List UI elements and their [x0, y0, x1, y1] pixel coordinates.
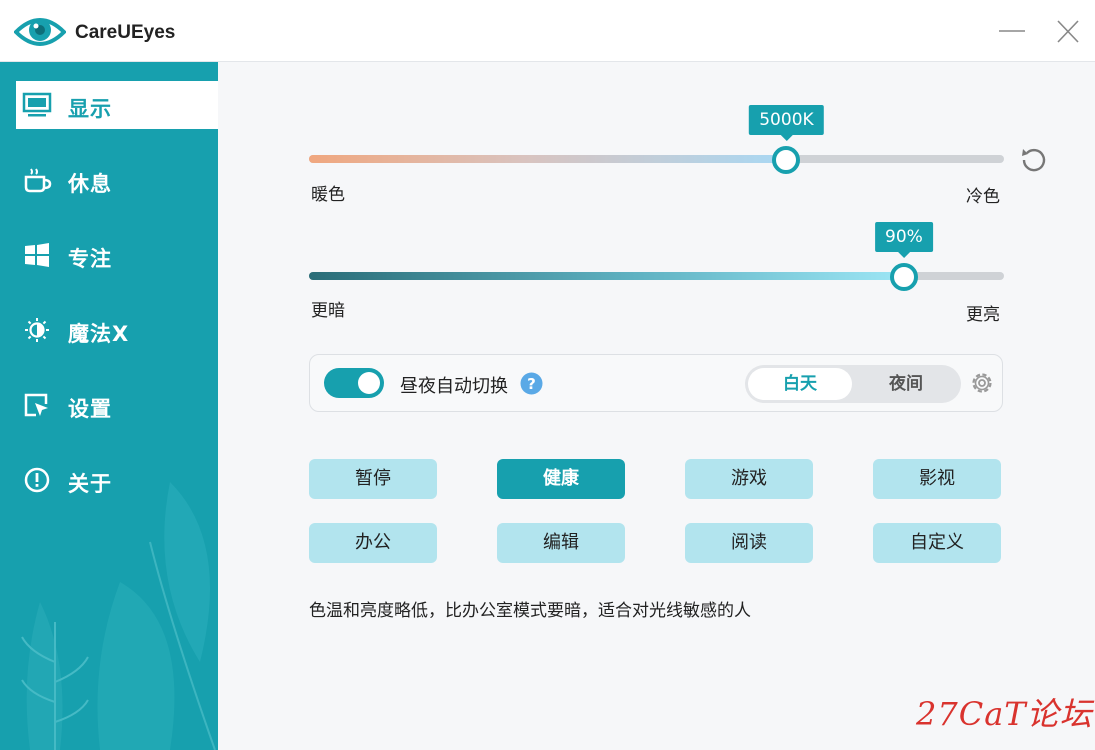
sidebar-item-focus[interactable]: 专注	[16, 231, 218, 279]
sidebar-item-about[interactable]: 关于	[16, 456, 218, 504]
mode-button-custom[interactable]: 自定义	[873, 523, 1001, 563]
mode-button-office[interactable]: 办公	[309, 523, 437, 563]
title-bar: CareUEyes	[0, 0, 1095, 62]
darker-label: 更暗	[311, 301, 345, 321]
sidebar: 显示 休息 专注 魔法X 设置 关于	[0, 62, 218, 750]
auto-switch-toggle[interactable]	[324, 368, 384, 398]
main-panel: 5000K 暖色 冷色 90% 更暗 更亮 昼夜自动切换 ? 白天 夜间 暂停 …	[218, 62, 1095, 750]
eye-logo-icon	[14, 18, 66, 46]
windows-grid-icon	[25, 243, 49, 267]
color-temp-value-badge: 5000K	[749, 105, 824, 141]
sidebar-item-label: 专注	[68, 247, 112, 271]
night-option[interactable]: 夜间	[854, 368, 958, 400]
brightness-value-badge: 90%	[875, 222, 933, 258]
brightness-fill	[309, 272, 904, 280]
cursor-window-icon	[24, 393, 48, 417]
mode-button-edit[interactable]: 编辑	[497, 523, 625, 563]
toggle-knob	[358, 372, 380, 394]
color-temp-fill	[309, 155, 787, 163]
brightness-slider[interactable]	[309, 260, 1004, 291]
day-night-segmented-control: 白天 夜间	[745, 365, 961, 403]
color-temp-slider[interactable]	[309, 143, 1004, 174]
sidebar-item-label: 显示	[68, 97, 112, 121]
sidebar-item-label: 魔法X	[68, 322, 130, 346]
color-temp-thumb[interactable]	[772, 146, 801, 174]
sidebar-item-rest[interactable]: 休息	[16, 156, 218, 204]
mode-button-movie[interactable]: 影视	[873, 459, 1001, 499]
mode-button-pause[interactable]: 暂停	[309, 459, 437, 499]
auto-switch-label: 昼夜自动切换	[400, 376, 508, 397]
minimize-icon[interactable]	[997, 18, 1027, 46]
gear-icon[interactable]	[968, 369, 996, 397]
coffee-cup-icon	[24, 168, 52, 193]
sidebar-item-label: 关于	[68, 472, 112, 496]
sidebar-item-settings[interactable]: 设置	[16, 381, 218, 429]
watermark: 27CaT论坛	[916, 695, 1093, 733]
warm-label: 暖色	[311, 185, 345, 205]
reset-icon[interactable]	[1019, 145, 1049, 175]
brightness-thumb[interactable]	[889, 263, 918, 291]
mode-button-health[interactable]: 健康	[497, 459, 625, 499]
svg-text:?: ?	[527, 375, 536, 393]
sidebar-item-magic[interactable]: 魔法X	[16, 306, 218, 354]
mode-description: 色温和亮度略低，比办公室模式要暗，适合对光线敏感的人	[309, 601, 751, 621]
info-exclamation-icon	[24, 467, 50, 493]
help-icon[interactable]: ?	[520, 372, 543, 395]
brighter-label: 更亮	[966, 305, 1000, 325]
cool-label: 冷色	[966, 187, 1000, 207]
sidebar-item-display[interactable]: 显示	[16, 81, 218, 129]
sun-moon-icon	[25, 318, 49, 342]
close-icon[interactable]	[1053, 18, 1083, 46]
mode-button-game[interactable]: 游戏	[685, 459, 813, 499]
day-night-panel: 昼夜自动切换 ? 白天 夜间	[309, 354, 1003, 412]
day-option[interactable]: 白天	[748, 368, 852, 400]
app-title: CareUEyes	[75, 22, 176, 43]
monitor-icon	[22, 92, 52, 117]
sidebar-item-label: 休息	[68, 172, 112, 196]
mode-button-reading[interactable]: 阅读	[685, 523, 813, 563]
sidebar-item-label: 设置	[68, 397, 112, 421]
